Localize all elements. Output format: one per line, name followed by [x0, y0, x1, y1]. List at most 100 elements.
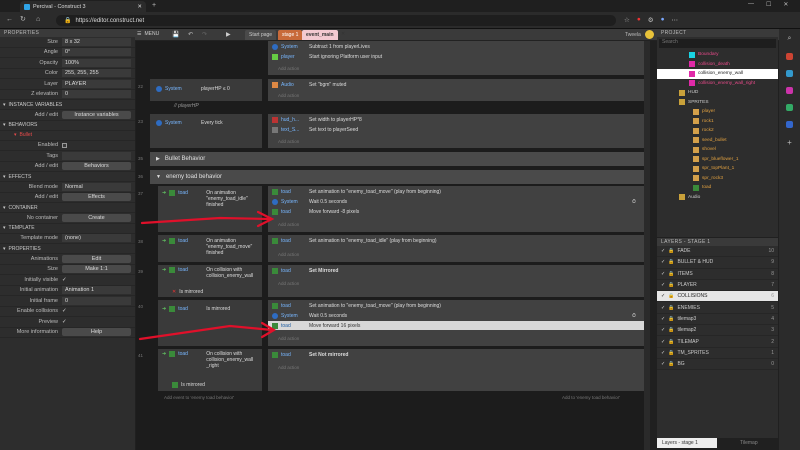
layer-row[interactable]: ✓ 🔒 ITEMS 8 — [657, 269, 778, 280]
record-icon[interactable]: ● — [637, 16, 641, 24]
enabled-checkbox[interactable] — [62, 142, 67, 148]
sidebar-app-icon[interactable] — [786, 70, 793, 77]
create-button[interactable]: Create — [62, 213, 131, 222]
template-select[interactable]: (none) — [62, 234, 131, 243]
project-item[interactable]: SPRITES — [657, 98, 778, 108]
actions-block[interactable]: hud_h... Set width to playerHP*8 text_S..… — [268, 114, 646, 148]
sidebar-app-icon[interactable] — [786, 53, 793, 60]
add-action-link[interactable]: Add action — [278, 250, 299, 259]
action-line[interactable]: Audio Set "bgm" muted — [272, 80, 346, 89]
project-item[interactable]: collision_enemy_wall_right — [657, 79, 778, 89]
condition-line[interactable]: Is mirrored — [172, 380, 205, 389]
property-value[interactable]: 255, 255, 255 — [62, 69, 131, 78]
scrollbar[interactable] — [644, 41, 650, 450]
project-item[interactable]: seed_bullet — [657, 136, 778, 146]
tab-close-icon[interactable]: ✕ — [341, 31, 345, 37]
add-action-link[interactable]: Add action — [278, 91, 299, 100]
section-container[interactable]: ▾ CONTAINER — [0, 203, 135, 213]
enable-collisions-checkbox[interactable]: ✓ — [62, 308, 67, 314]
visible-checkbox[interactable]: ✓ — [661, 248, 665, 254]
visible-checkbox[interactable]: ✓ — [661, 259, 665, 265]
profile-icon[interactable]: ● — [661, 16, 665, 24]
project-item[interactable]: collision_enemy_wall — [657, 69, 778, 79]
visible-checkbox[interactable]: ✓ — [661, 316, 665, 322]
lock-icon[interactable]: 🔒 — [668, 259, 674, 265]
layer-row[interactable]: ✓ 🔒 COLLISIONS 6 — [657, 291, 778, 303]
star-icon[interactable]: ☆ — [624, 16, 630, 24]
actions-block[interactable]: toad Set animation to "enemy_toad_idle" (… — [268, 235, 646, 262]
lock-icon[interactable]: 🔒 — [668, 282, 674, 288]
project-item[interactable]: Boundary — [657, 50, 778, 60]
section-template[interactable]: ▾ TEMPLATE — [0, 224, 135, 234]
condition-line[interactable]: ➜ toad Is mirrored — [162, 304, 230, 313]
tab-start-page[interactable]: Start page — [245, 30, 277, 40]
condition-block[interactable]: ➜ toad On collision with collision_enemy_w… — [158, 265, 262, 297]
initially-visible-checkbox[interactable]: ✓ — [62, 277, 67, 283]
section-instance-variables[interactable]: ▾ INSTANCE VARIABLES — [0, 100, 135, 110]
action-line[interactable]: toad Set animation to "enemy_toad_move" (… — [272, 301, 441, 310]
sidebar-app-icon[interactable] — [786, 104, 793, 111]
minimize-icon[interactable]: — — [748, 1, 754, 8]
visible-checkbox[interactable]: ✓ — [661, 361, 665, 367]
event-22[interactable]: System playerHP ≤ 0 Audio Set "bgm" muted … — [150, 79, 646, 101]
event-sheet[interactable]: System Subtract 1 from playerLives player… — [136, 41, 650, 450]
edit-button[interactable]: Edit — [62, 254, 131, 263]
layer-row[interactable]: ✓ 🔒 PLAYER 7 — [657, 280, 778, 292]
comment-row[interactable]: // playerHP — [150, 103, 646, 112]
action-line[interactable]: text_S... Set text to playerSeed — [272, 125, 358, 134]
close-icon[interactable]: ✕ — [137, 4, 142, 10]
visible-checkbox[interactable]: ✓ — [661, 305, 665, 311]
undo-icon[interactable]: ↶ — [188, 31, 193, 38]
new-tab-icon[interactable]: + — [152, 2, 156, 9]
effects-button[interactable]: Effects — [62, 193, 131, 202]
condition-block[interactable]: ➜ toad On collision with collision_enemy_w… — [158, 349, 262, 391]
condition-line[interactable]: System Every tick — [156, 118, 223, 127]
extensions-icon[interactable]: ⚙ — [648, 16, 654, 24]
layer-row[interactable]: ✓ 🔒 TILEMAP 2 — [657, 336, 778, 348]
lock-icon[interactable]: 🔒 — [668, 293, 674, 299]
initial-frame-input[interactable]: 0 — [62, 296, 131, 305]
group-enemy-toad-behavior[interactable]: ▼ enemy toad behavior — [150, 170, 646, 184]
event-37[interactable]: ➜ toad On animation "enemy_toad_idle" fini… — [158, 186, 646, 232]
condition-block[interactable]: System playerHP ≤ 0 — [150, 79, 262, 101]
project-item[interactable]: toad — [657, 183, 778, 193]
section-behaviors[interactable]: ▾ BEHAVIORS — [0, 121, 135, 131]
condition-block[interactable]: ➜ toad Is mirrored — [158, 300, 262, 346]
behaviors-button[interactable]: Behaviors — [62, 162, 131, 171]
actions-block[interactable]: Audio Set "bgm" muted Add action — [268, 79, 646, 101]
add-to-group-link[interactable]: Add to 'enemy toad behavior' — [562, 393, 620, 402]
project-item[interactable]: rock1 — [657, 117, 778, 127]
add-action-link[interactable]: Add action — [278, 363, 299, 372]
layer-row[interactable]: ✓ 🔒 tilemap2 3 — [657, 325, 778, 337]
project-item[interactable]: rock2 — [657, 126, 778, 136]
visible-checkbox[interactable]: ✓ — [661, 293, 665, 299]
action-line-selected[interactable]: toad Move forward 16 pixels — [268, 321, 646, 330]
action-line[interactable]: player Start ignoring Platform user input — [272, 52, 382, 61]
add-icon[interactable]: + — [787, 138, 792, 147]
section-effects[interactable]: ▾ EFFECTS — [0, 172, 135, 182]
event-top-partial[interactable]: System Subtract 1 from playerLives player… — [150, 41, 646, 75]
action-line[interactable]: hud_h... Set width to playerHP*8 — [272, 115, 362, 124]
sidebar-app-icon[interactable] — [786, 87, 793, 94]
lock-icon[interactable]: 🔒 — [668, 271, 674, 277]
visible-checkbox[interactable]: ✓ — [661, 350, 665, 356]
actions-block[interactable]: toad Set Not mirrored Add action — [268, 349, 646, 391]
lock-icon[interactable]: 🔒 — [668, 327, 674, 333]
layer-row[interactable]: ✓ 🔒 tilemap3 4 — [657, 314, 778, 326]
preview-checkbox[interactable]: ✓ — [62, 319, 67, 325]
blend-select[interactable]: Normal — [62, 182, 131, 191]
property-value[interactable]: PLAYER — [62, 79, 131, 88]
property-value[interactable]: 8 x 32 — [62, 37, 131, 46]
visible-checkbox[interactable]: ✓ — [661, 282, 665, 288]
action-line[interactable]: toad Set Not mirrored — [272, 350, 348, 359]
layer-row[interactable]: ✓ 🔒 FADE 10 — [657, 246, 778, 258]
condition-line[interactable]: ➜ toad On collision with collision_enemy_w… — [162, 267, 258, 279]
group-bullet-behavior[interactable]: ▶ Bullet Behavior — [150, 152, 646, 166]
home-icon[interactable]: ⌂ — [36, 16, 40, 23]
project-item[interactable]: HUD — [657, 88, 778, 98]
action-line[interactable]: toad Set animation to "enemy_toad_move" (… — [272, 187, 441, 196]
reload-icon[interactable]: ↻ — [20, 16, 26, 23]
layers-tab[interactable]: Layers - stage 1 — [657, 438, 717, 448]
sidebar-app-icon[interactable] — [786, 121, 793, 128]
more-menu-icon[interactable]: ⋯ — [672, 16, 679, 24]
